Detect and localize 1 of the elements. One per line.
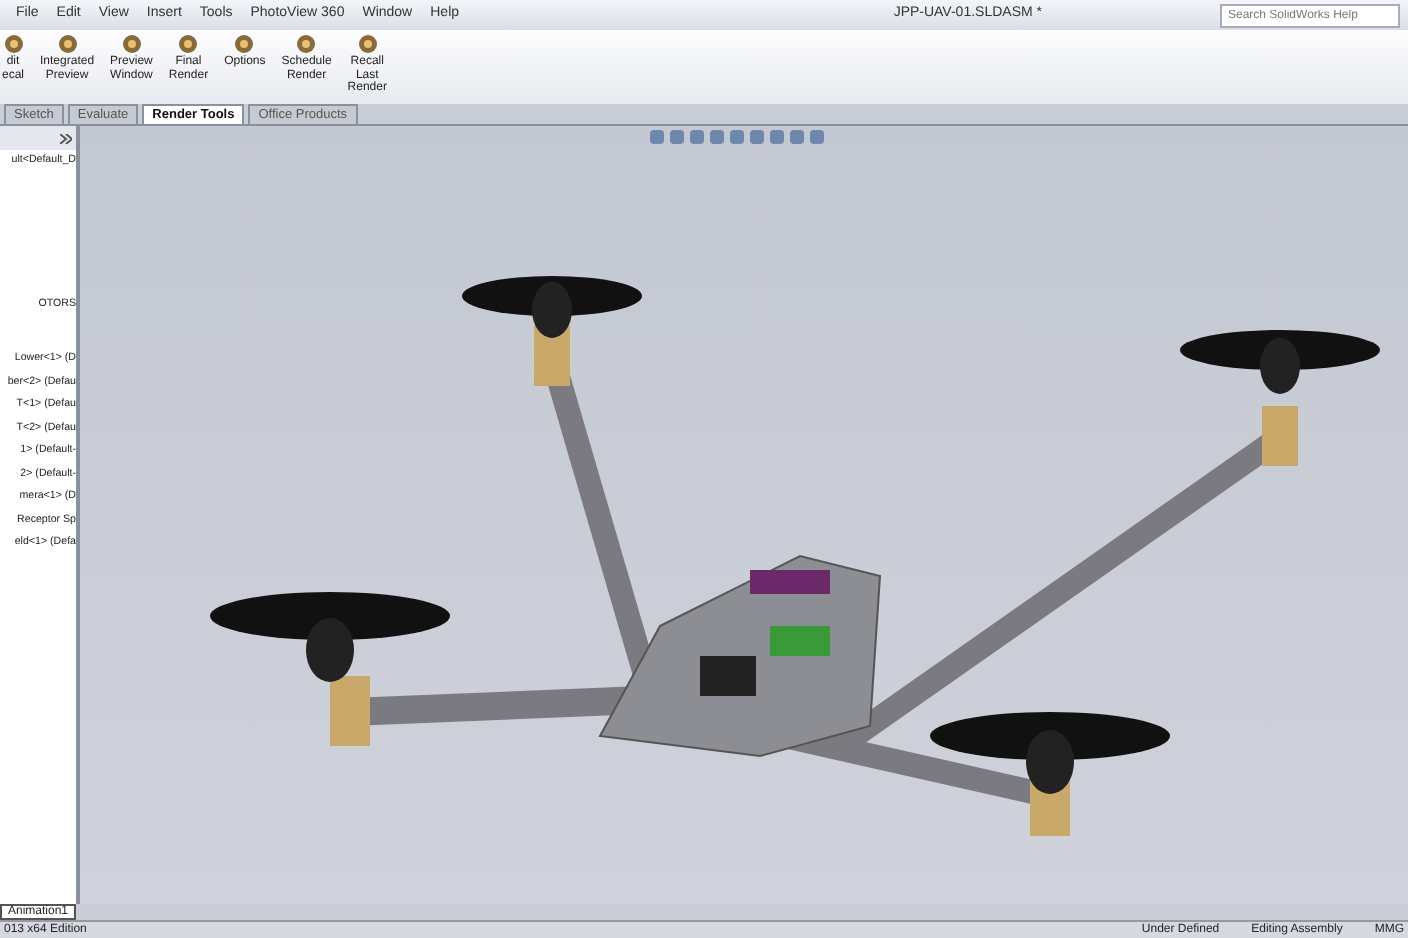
expand-icon[interactable] xyxy=(60,133,72,143)
